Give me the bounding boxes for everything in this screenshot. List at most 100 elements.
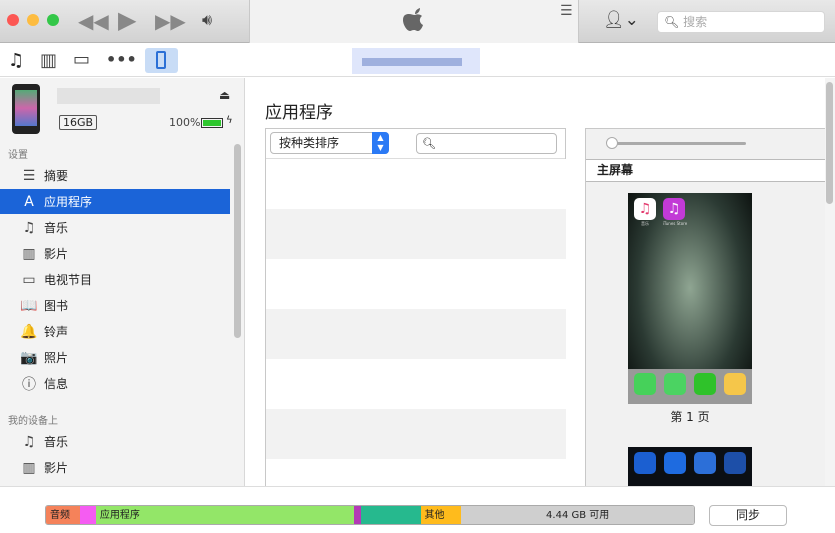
sync-button[interactable]: 同步: [709, 505, 787, 526]
sidebar-item[interactable]: ▥ 影片: [0, 455, 230, 480]
settings-header: 设置: [8, 150, 28, 161]
app-list: [266, 158, 566, 509]
sidebar-item-label: 电视节目: [44, 273, 93, 287]
device-name-blurred: [57, 88, 160, 104]
device-button[interactable]: [145, 48, 178, 73]
select-arrows-icon: ▲ ▼: [372, 132, 389, 154]
home-page-1-preview[interactable]: ♫ ♫ 音乐 iTunes Store: [628, 193, 752, 404]
sidebar-item-label: 摘要: [44, 169, 69, 183]
sidebar-item-icon: ♫: [22, 433, 36, 450]
sidebar-item-icon: ⓘ: [22, 376, 36, 393]
sidebar-item-icon: ▥: [22, 245, 36, 262]
more-icon[interactable]: •••: [106, 50, 137, 69]
on-device-header: 我的设备上: [8, 416, 58, 427]
list-row[interactable]: [266, 409, 566, 459]
apple-logo-icon: [403, 8, 423, 31]
phone-app-icon: [634, 373, 656, 395]
device-name-blurred: [352, 48, 480, 74]
search-input[interactable]: 🔍︎ 搜索: [657, 11, 825, 33]
sidebar-item-label: 图书: [44, 299, 69, 313]
sidebar-item-label: 照片: [44, 351, 69, 365]
sidebar-item[interactable]: ♫ 音乐: [0, 429, 230, 454]
sidebar-item[interactable]: 📷 照片: [0, 345, 230, 370]
list-icon[interactable]: ☰: [560, 3, 573, 19]
sidebar-item[interactable]: ▭ 电视节目: [0, 267, 230, 292]
home-screen-header: 主屏幕: [586, 159, 826, 182]
storage-segment: [360, 506, 421, 524]
sidebar-item[interactable]: 🔔 铃声: [0, 319, 230, 344]
tv-icon[interactable]: ▭: [73, 49, 90, 70]
sidebar-item[interactable]: ▥ 影片: [0, 241, 230, 266]
list-row[interactable]: [266, 259, 566, 309]
sidebar-item-icon: ▭: [22, 271, 36, 288]
home-page-2-preview[interactable]: [628, 447, 752, 487]
list-row[interactable]: [266, 309, 566, 359]
page-title: 应用程序: [265, 103, 333, 123]
storage-segment: [79, 506, 96, 524]
search-icon: 🔍︎: [422, 137, 436, 150]
storage-segment: 应用程序: [95, 506, 354, 524]
film-icon[interactable]: ▥: [40, 50, 57, 71]
storage-segment: [353, 506, 361, 524]
search-icon: 🔍︎: [664, 15, 680, 29]
sidebar-item-icon: A: [24, 193, 34, 210]
app-search-input[interactable]: 🔍︎: [416, 133, 557, 154]
account-icon[interactable]: 👤︎⌄: [603, 10, 639, 30]
sidebar-item[interactable]: 📖 图书: [0, 293, 230, 318]
home-screen-panel: 主屏幕 ♫ ♫ 音乐 iTunes Store 第 1 页: [585, 128, 826, 487]
sidebar-item[interactable]: ⓘ 信息: [0, 371, 230, 396]
volume-icon[interactable]: 🔊︎: [202, 10, 212, 30]
list-row[interactable]: [266, 159, 566, 209]
storage-segment: 其他: [420, 506, 462, 524]
play-icon[interactable]: ▶: [118, 6, 136, 34]
sidebar-item-icon: ♫: [22, 219, 36, 236]
title-bar: ◀◀ ▶ ▶▶ 🔊︎ ☰ 👤︎⌄ 🔍︎ 搜索: [0, 0, 835, 43]
sidebar-item[interactable]: ♫ 音乐: [0, 215, 230, 240]
list-row[interactable]: [266, 209, 566, 259]
media-toolbar: ♫ ▥ ▭ •••: [0, 44, 835, 77]
eject-icon[interactable]: ⏏: [219, 88, 230, 102]
battery-percent: 100%: [169, 116, 201, 129]
minimize-button[interactable]: [27, 14, 39, 26]
sidebar-item-icon: 🔔: [20, 323, 38, 340]
sidebar-item[interactable]: A 应用程序: [0, 189, 230, 214]
zoom-button[interactable]: [47, 14, 59, 26]
baofeng-app-icon: [724, 452, 746, 474]
list-row[interactable]: [266, 359, 566, 409]
charging-icon: ϟ: [226, 115, 233, 126]
sidebar-item-label: 信息: [44, 377, 69, 391]
weibo-app-icon: [724, 373, 746, 395]
sidebar-item-icon: 📷: [20, 349, 38, 366]
close-button[interactable]: [7, 14, 19, 26]
slider-thumb[interactable]: [606, 137, 618, 149]
page-1-label: 第 1 页: [670, 410, 710, 424]
device-thumbnail: [12, 84, 40, 134]
itunes-store-app-icon: ♫: [663, 198, 685, 220]
tieba-app-icon: [664, 452, 686, 474]
sidebar-item[interactable]: ☰ 摘要: [0, 163, 230, 188]
sidebar-item-icon: 📖: [20, 297, 38, 314]
sidebar-item-label: 应用程序: [44, 195, 93, 209]
capacity-badge: 16GB: [59, 115, 98, 130]
rewind-icon[interactable]: ◀◀: [78, 9, 109, 33]
sidebar-item-icon: ▥: [22, 459, 36, 476]
zoom-slider[interactable]: [610, 142, 746, 145]
music-note-icon[interactable]: ♫: [8, 50, 24, 71]
sidebar-item-label: 铃声: [44, 325, 69, 339]
fast-forward-icon[interactable]: ▶▶: [155, 9, 186, 33]
sidebar-item-label: 影片: [44, 247, 69, 261]
sidebar-item-label: 音乐: [44, 221, 69, 235]
sidebar-scrollbar[interactable]: [234, 144, 241, 338]
sidebar: ⏏ 16GB 100% ϟ 设置 ☰ 摘要 A 应用程序 ♫ 音乐 ▥ 影片 ▭ 电视节目 📖 图书 🔔…: [0, 78, 245, 486]
iphone-icon: [156, 51, 166, 69]
sort-select[interactable]: 按种类排序 ▲ ▼: [270, 132, 389, 154]
storage-footer: 音频 应用程序 其他 4.44 GB 可用 同步: [0, 486, 835, 533]
wechat-app-icon: [694, 373, 716, 395]
status-display: ☰: [249, 0, 579, 43]
sidebar-item-icon: ☰: [22, 167, 36, 184]
sidebar-item-label: 影片: [44, 461, 69, 475]
battery-icon: [201, 118, 223, 128]
dock: [628, 369, 752, 404]
main-scrollbar[interactable]: [825, 78, 835, 486]
qzone-app-icon: [694, 452, 716, 474]
